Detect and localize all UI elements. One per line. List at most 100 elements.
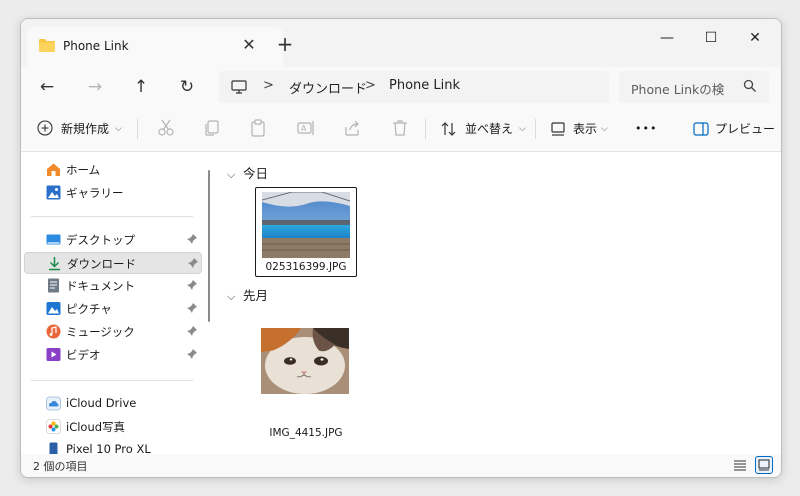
file-list-area: ⌵ 今日 025316399.JPG ⌵ 先月 IMG_4415.JPG xyxy=(213,152,781,454)
sidebar-divider xyxy=(31,216,193,217)
sidebar-item-label: ホーム xyxy=(66,163,101,177)
new-button[interactable]: 新規作成 ⌵ xyxy=(37,117,127,141)
maximize-button[interactable]: ☐ xyxy=(691,25,731,51)
divider xyxy=(425,119,426,139)
forward-button[interactable]: → xyxy=(81,75,109,99)
icloud-photos-icon xyxy=(46,419,61,434)
navigation-bar: ← → ↑ ↻ > ダウンロード > Phone Link Phone Link… xyxy=(21,67,781,107)
item-count: 2 個の項目 xyxy=(33,460,88,473)
details-view-icon[interactable] xyxy=(731,456,749,474)
navigation-pane: ホーム ギャラリー デスクトップ ダウンロード ドキュメント ピクチャ ミュージ… xyxy=(21,152,213,454)
music-icon xyxy=(46,324,61,339)
chevron-down-icon: ⌵ xyxy=(115,124,122,134)
sort-button-label: 並べ替え xyxy=(465,122,514,136)
sidebar-item-music[interactable]: ミュージック xyxy=(24,321,202,343)
pin-icon[interactable] xyxy=(186,233,198,245)
sort-button[interactable]: 並べ替え ⌵ xyxy=(441,117,527,141)
close-tab-icon[interactable]: ✕ xyxy=(237,33,261,57)
rename-icon[interactable]: A xyxy=(297,119,315,137)
sidebar-item-pixel-phone[interactable]: Pixel 10 Pro XL xyxy=(24,439,202,454)
sidebar-item-label: ダウンロード xyxy=(67,257,136,271)
breadcrumb-phone-link[interactable]: Phone Link xyxy=(389,78,460,93)
view-button-label: 表示 xyxy=(573,122,598,136)
view-button[interactable]: 表示 ⌵ xyxy=(551,117,615,141)
sidebar-item-videos[interactable]: ビデオ xyxy=(24,344,202,366)
download-icon xyxy=(49,257,60,271)
pin-icon[interactable] xyxy=(187,257,199,269)
sidebar-item-label: ギャラリー xyxy=(66,186,124,200)
photo-thumbnail xyxy=(262,192,350,258)
home-icon xyxy=(47,163,60,176)
pin-icon[interactable] xyxy=(186,302,198,314)
title-bar: Phone Link ✕ + — ☐ ✕ xyxy=(21,19,781,67)
more-options-button[interactable]: ••• xyxy=(635,117,657,141)
copy-icon[interactable] xyxy=(203,119,221,137)
chevron-down-icon: ⌵ xyxy=(227,290,236,303)
sidebar-item-label: ビデオ xyxy=(66,348,101,362)
sidebar-divider xyxy=(31,380,193,381)
close-window-button[interactable]: ✕ xyxy=(735,25,775,51)
sidebar-item-label: ドキュメント xyxy=(66,279,135,293)
video-icon xyxy=(46,348,61,361)
sidebar-item-icloud-photos[interactable]: iCloud写真 xyxy=(24,416,202,438)
search-box[interactable]: Phone Linkの検 xyxy=(619,71,769,103)
cut-icon[interactable] xyxy=(157,119,175,137)
sidebar-item-gallery[interactable]: ギャラリー xyxy=(24,182,202,204)
tab-phone-link[interactable]: Phone Link ✕ xyxy=(27,27,283,67)
search-input[interactable]: Phone Linkの検 xyxy=(631,79,724,98)
sidebar-item-documents[interactable]: ドキュメント xyxy=(24,275,202,297)
file-item-025316399[interactable]: 025316399.JPG xyxy=(255,187,357,277)
chevron-down-icon: ⌵ xyxy=(519,124,526,134)
chevron-down-icon: ⌵ xyxy=(227,168,236,181)
svg-text:A: A xyxy=(301,124,307,133)
pin-icon[interactable] xyxy=(186,325,198,337)
folder-icon xyxy=(39,39,55,52)
command-bar: 新規作成 ⌵ A 並べ替え ⌵ 表示 ⌵ ••• プレビュー xyxy=(21,107,781,152)
large-icons-view-button[interactable] xyxy=(755,456,773,474)
up-button[interactable]: ↑ xyxy=(127,75,155,99)
share-icon[interactable] xyxy=(343,119,361,137)
breadcrumb-separator[interactable]: > xyxy=(263,78,274,93)
new-tab-button[interactable]: + xyxy=(273,33,297,57)
desktop-icon xyxy=(46,234,61,245)
pictures-icon xyxy=(46,302,61,315)
breadcrumb-downloads[interactable]: ダウンロード xyxy=(289,78,367,97)
view-icon xyxy=(551,122,565,136)
sidebar-item-desktop[interactable]: デスクトップ xyxy=(24,229,202,251)
document-icon xyxy=(48,278,59,293)
sidebar-item-home[interactable]: ホーム xyxy=(24,159,202,181)
sidebar-item-label: iCloud Drive xyxy=(66,396,137,410)
file-item-img-4415[interactable]: IMG_4415.JPG xyxy=(255,328,357,439)
computer-icon xyxy=(231,80,247,94)
address-bar[interactable]: > ダウンロード > Phone Link xyxy=(219,71,609,103)
sidebar-item-label: iCloud写真 xyxy=(66,420,126,434)
sidebar-item-icloud-drive[interactable]: iCloud Drive xyxy=(24,393,202,415)
breadcrumb-separator[interactable]: > xyxy=(365,78,376,93)
divider xyxy=(535,119,536,139)
file-name: IMG_4415.JPG xyxy=(269,427,343,439)
pin-icon[interactable] xyxy=(186,348,198,360)
group-header-last-month[interactable]: ⌵ 先月 xyxy=(227,285,268,304)
preview-pane-label: プレビュー xyxy=(715,122,776,136)
sidebar-scrollbar[interactable] xyxy=(208,170,210,322)
group-header-today[interactable]: ⌵ 今日 xyxy=(227,163,268,182)
photo-thumbnail xyxy=(261,328,349,394)
chevron-down-icon: ⌵ xyxy=(601,124,608,134)
sidebar-item-pictures[interactable]: ピクチャ xyxy=(24,298,202,320)
preview-pane-button[interactable]: プレビュー xyxy=(693,117,776,141)
delete-icon[interactable] xyxy=(391,119,409,137)
new-button-label: 新規作成 xyxy=(61,122,110,136)
icloud-drive-icon xyxy=(46,396,61,411)
pin-icon[interactable] xyxy=(186,279,198,291)
minimize-button[interactable]: — xyxy=(647,25,687,51)
sidebar-item-label: ミュージック xyxy=(66,325,135,339)
sort-icon xyxy=(441,122,456,136)
sidebar-item-downloads[interactable]: ダウンロード xyxy=(24,252,202,274)
group-header-label: 今日 xyxy=(242,166,268,181)
file-name: 025316399.JPG xyxy=(265,261,347,273)
paste-icon[interactable] xyxy=(249,119,267,137)
refresh-button[interactable]: ↻ xyxy=(173,75,201,99)
gallery-icon xyxy=(46,185,61,200)
back-button[interactable]: ← xyxy=(33,75,61,99)
sidebar-item-label: Pixel 10 Pro XL xyxy=(66,442,151,454)
